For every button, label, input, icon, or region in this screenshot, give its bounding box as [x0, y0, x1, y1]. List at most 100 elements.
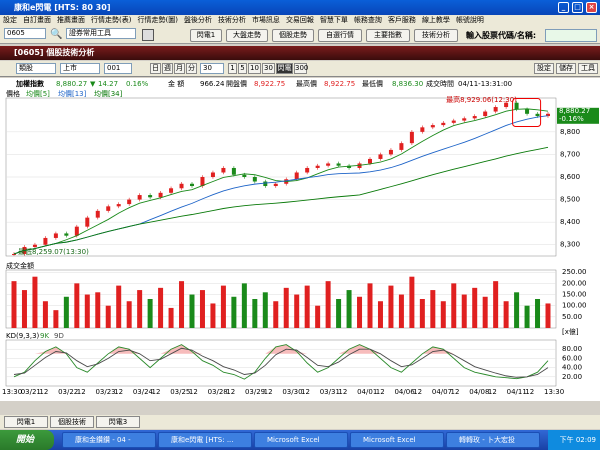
- tick-button[interactable]: 5: [238, 63, 247, 74]
- xaxis-label: 03/24: [133, 388, 154, 396]
- candle-body: [441, 122, 446, 126]
- xaxis-label: 03/22: [58, 388, 78, 396]
- menu-item[interactable]: 行情走勢(圖): [134, 15, 180, 26]
- toolbar-button[interactable]: 主要指數: [366, 29, 410, 42]
- menu-item[interactable]: 自訂畫面: [20, 15, 54, 26]
- period-button[interactable]: 週: [162, 63, 173, 74]
- toolbar-button[interactable]: 大盤走勢: [226, 29, 268, 42]
- candle-body: [158, 192, 163, 198]
- tick-button[interactable]: 閃電: [276, 63, 293, 74]
- taskbar-item[interactable]: 康和金鑽鑽 - 04 -: [62, 432, 156, 448]
- ma34-legend: 均價[34]: [94, 89, 123, 98]
- volume-bar: [545, 303, 551, 328]
- volume-ytick: 50.00: [562, 313, 582, 321]
- menu-item[interactable]: 客戶服務: [385, 15, 419, 26]
- menu-item[interactable]: 智慧下單: [317, 15, 351, 26]
- tick-button[interactable]: 1: [228, 63, 237, 74]
- xaxis-label: 12: [451, 388, 460, 396]
- toolbar-button[interactable]: 自選行情: [318, 29, 362, 42]
- taskbar-item[interactable]: 轉轉玫 - 卜大宏投: [446, 432, 540, 448]
- menu-item[interactable]: 行情走勢(表): [88, 15, 134, 26]
- xaxis-label: 04/07: [432, 388, 452, 396]
- volume-bar: [74, 283, 80, 328]
- candle-body: [273, 183, 278, 187]
- volume-unit: [x億]: [562, 327, 579, 336]
- maximize-button[interactable]: □: [572, 2, 583, 13]
- menu-item[interactable]: 盤後分析: [181, 15, 215, 26]
- xaxis-label: 12: [39, 388, 48, 396]
- code-field[interactable]: 001: [104, 63, 132, 74]
- window-tab[interactable]: 個股技術: [50, 416, 94, 428]
- period-button[interactable]: 分: [186, 63, 197, 74]
- search-icon[interactable]: 🔍: [50, 29, 62, 40]
- toolbar-button[interactable]: 技術分析: [414, 29, 458, 42]
- toolbar: 0605 🔍 證券常用工具 閃電1 大盤走勢 個股走勢 自選行情 主要指數 技術分析 輸入…: [0, 26, 600, 44]
- menu-item[interactable]: 交易回報: [283, 15, 317, 26]
- volume-bar: [493, 281, 499, 328]
- high-value: 8,922.75: [324, 80, 356, 88]
- time-value: 04/11-13:31:00: [458, 80, 513, 88]
- time-label: 成交時間: [426, 80, 454, 88]
- price-ytick: 8,300: [560, 241, 580, 249]
- volume-bar: [53, 310, 59, 328]
- candle-body: [525, 109, 530, 114]
- candle-body: [399, 143, 404, 150]
- candle-body: [53, 233, 58, 238]
- toolbar-button[interactable]: 個股走勢: [272, 29, 314, 42]
- volume-ytick: 200.00: [562, 279, 587, 287]
- tick-button[interactable]: 30: [262, 63, 275, 74]
- period-button[interactable]: 月: [174, 63, 185, 74]
- taskbar-item[interactable]: Microsoft Excel: [350, 432, 444, 448]
- tick-button[interactable]: 10: [248, 63, 261, 74]
- window-tab[interactable]: 閃電1: [4, 416, 48, 428]
- amount-value: 966.24: [200, 80, 225, 88]
- menu-item[interactable]: 帳務查詢: [351, 15, 385, 26]
- candle-body: [368, 158, 372, 164]
- taskbar-item[interactable]: 康和e閃電 [HTS: ...: [158, 432, 252, 448]
- candle-body: [336, 163, 341, 166]
- panel-button[interactable]: 工具: [578, 63, 598, 74]
- tick-button[interactable]: 300: [294, 63, 308, 74]
- volume-bar: [158, 287, 164, 328]
- interval-select[interactable]: 30: [200, 63, 224, 74]
- toolbar-button[interactable]: 閃電1: [190, 29, 222, 42]
- candle-body: [263, 181, 268, 187]
- minimize-button[interactable]: _: [558, 2, 569, 13]
- stock-search-input[interactable]: [545, 29, 597, 42]
- candle-body: [127, 199, 132, 205]
- tool-select[interactable]: 證券常用工具: [66, 28, 136, 39]
- volume-bar: [304, 285, 310, 328]
- kind-select[interactable]: 類股: [16, 63, 56, 74]
- volume-ytick: 100.00: [562, 302, 587, 310]
- menu-item[interactable]: 市場訊息: [249, 15, 283, 26]
- start-button[interactable]: 開始: [0, 430, 54, 450]
- monitor-icon[interactable]: [142, 29, 154, 41]
- menu-item[interactable]: 帳號說明: [453, 15, 487, 26]
- panel-button[interactable]: 儲存: [556, 63, 576, 74]
- xaxis-label: 12: [77, 388, 86, 396]
- code-select[interactable]: 0605: [4, 28, 46, 39]
- candle-body: [12, 253, 16, 255]
- menu-item[interactable]: 技術分析: [215, 15, 249, 26]
- window-tab[interactable]: 閃電3: [96, 416, 140, 428]
- candle-body: [315, 165, 320, 168]
- volume-bar: [11, 281, 17, 328]
- xaxis-label: 12: [338, 388, 347, 396]
- period-button[interactable]: 日: [150, 63, 161, 74]
- menu-item[interactable]: 設定: [0, 15, 20, 26]
- menu-item[interactable]: 線上教學: [419, 15, 453, 26]
- xaxis-label: 04/01: [357, 388, 377, 396]
- panel-button[interactable]: 設定: [534, 63, 554, 74]
- candle-body: [137, 195, 142, 200]
- price-ytick: 8,700: [560, 150, 580, 158]
- market-select[interactable]: 上市: [60, 63, 100, 74]
- menu-item[interactable]: 推薦畫面: [54, 15, 88, 26]
- candle-body: [221, 167, 226, 173]
- close-button[interactable]: ×: [586, 2, 597, 13]
- candle-body: [252, 177, 257, 182]
- volume-bar: [231, 296, 237, 328]
- volume-bar: [252, 299, 258, 328]
- taskbar-item[interactable]: Microsoft Excel: [254, 432, 348, 448]
- price-ytick: 8,500: [560, 196, 580, 204]
- volume-bar: [294, 294, 300, 328]
